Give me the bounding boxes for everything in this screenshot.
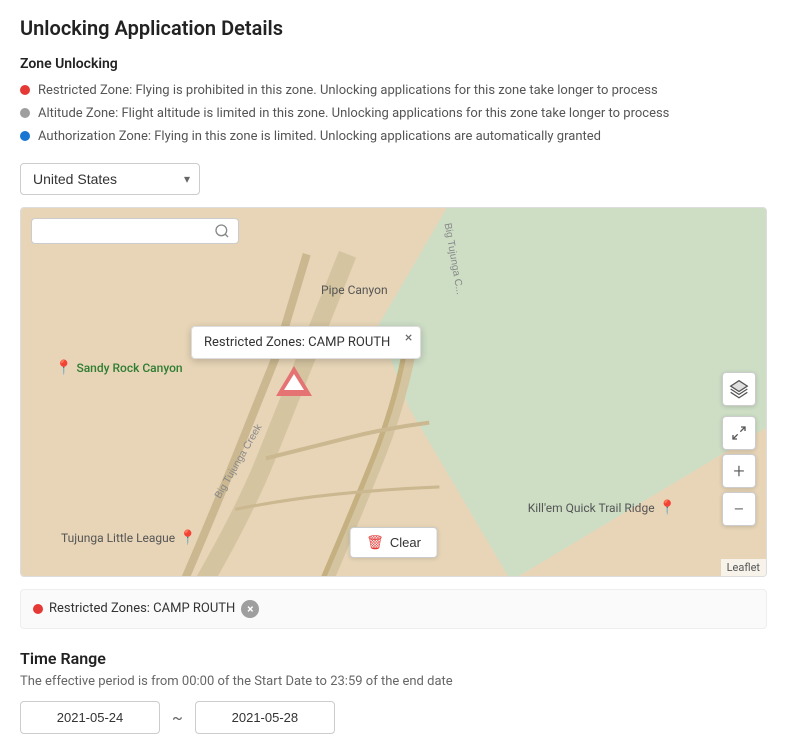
legend-list: Restricted Zone: Flying is prohibited in…	[20, 82, 767, 147]
tujunga-label: Tujunga Little League 📍	[61, 530, 197, 546]
map-background: Big Tujunga Creek Big Tujunga C...	[21, 208, 766, 576]
country-select-wrapper: United States Canada United Kingdom Aust…	[20, 163, 200, 195]
date-range-row: ~	[20, 701, 767, 734]
remove-zone-button[interactable]: ×	[241, 600, 259, 618]
legend-item-restricted: Restricted Zone: Flying is prohibited in…	[20, 82, 767, 100]
date-separator: ~	[160, 708, 195, 727]
legend-item-altitude: Altitude Zone: Flight altitude is limite…	[20, 105, 767, 123]
clear-button[interactable]: 🗑 Clear	[349, 527, 438, 558]
sandy-rock-canyon-label: 📍 Sandy Rock Canyon	[55, 360, 183, 376]
location-pin-icon-tujunga: 📍	[179, 530, 196, 546]
map-controls: + −	[722, 372, 756, 526]
trash-icon: 🗑	[366, 534, 384, 551]
map-tooltip-popup: Restricted Zones: CAMP ROUTH ×	[191, 326, 421, 359]
location-pin-icon: 📍	[55, 360, 72, 376]
altitude-zone-dot	[20, 108, 30, 118]
country-select[interactable]: United States Canada United Kingdom Aust…	[20, 163, 200, 195]
selected-zones-container: Restricted Zones: CAMP ROUTH ×	[20, 589, 767, 629]
killem-trail-label: Kill'em Quick Trail Ridge 📍	[528, 500, 676, 516]
zone-tag-dot	[33, 604, 43, 614]
zone-tag-item: Restricted Zones: CAMP ROUTH ×	[33, 600, 259, 618]
time-range-description: The effective period is from 00:00 of th…	[20, 674, 767, 689]
start-date-input[interactable]	[20, 701, 160, 734]
fullscreen-button[interactable]	[722, 416, 756, 450]
map-search-input[interactable]	[40, 223, 210, 238]
page-title: Unlocking Application Details	[20, 16, 767, 40]
zoom-in-button[interactable]: +	[722, 454, 756, 488]
legend-item-authorization: Authorization Zone: Flying in this zone …	[20, 128, 767, 146]
search-icon	[214, 223, 230, 239]
location-pin-icon-killem: 📍	[659, 500, 676, 516]
restricted-zone-dot	[20, 85, 30, 95]
time-range-title: Time Range	[20, 649, 767, 668]
authorization-zone-dot	[20, 131, 30, 141]
map-attribution: Leaflet	[721, 559, 766, 576]
zoom-out-button[interactable]: −	[722, 492, 756, 526]
zone-unlocking-section: Zone Unlocking Restricted Zone: Flying i…	[20, 56, 767, 147]
layers-icon	[729, 379, 749, 399]
end-date-input[interactable]	[195, 701, 335, 734]
close-icon[interactable]: ×	[405, 331, 412, 345]
pipe-canyon-label: Pipe Canyon	[321, 283, 388, 297]
restricted-zone-marker[interactable]	[276, 366, 312, 396]
fullscreen-icon	[731, 425, 747, 441]
layers-button[interactable]	[722, 372, 756, 406]
map-container[interactable]: Big Tujunga Creek Big Tujunga C... Pipe …	[20, 207, 767, 577]
map-search-box	[31, 218, 239, 244]
zone-unlocking-title: Zone Unlocking	[20, 56, 767, 72]
time-range-section: Time Range The effective period is from …	[20, 649, 767, 734]
